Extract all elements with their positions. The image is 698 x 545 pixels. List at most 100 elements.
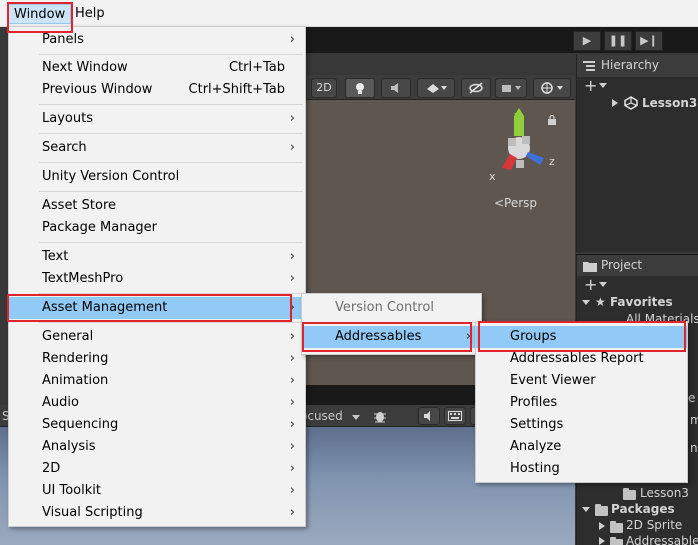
addressables-package-item[interactable]: Addressables (626, 534, 698, 545)
menu-item-addressables[interactable]: Addressables › (302, 326, 481, 348)
project-folder-icon (583, 262, 597, 272)
menu-window[interactable]: Window (8, 4, 72, 24)
menu-item-addressables-report[interactable]: Addressables Report (476, 348, 687, 370)
step-button[interactable]: ▶❙ (635, 31, 663, 51)
menu-separator (39, 104, 303, 105)
clipped-tree-text-n: n (690, 441, 698, 455)
2d-sprite-package-item[interactable]: 2D Sprite (626, 518, 682, 532)
expand-arrow-icon[interactable] (598, 536, 606, 545)
expand-arrow-icon[interactable] (598, 521, 606, 531)
hierarchy-scene-name[interactable]: Lesson3 (642, 96, 697, 110)
menu-item-panels[interactable]: Panels › (9, 29, 305, 51)
mute-audio-icon[interactable] (418, 407, 440, 425)
menu-separator (39, 162, 303, 163)
submenu-arrow-icon: › (289, 417, 295, 432)
clipped-tree-text-m: m (690, 413, 698, 427)
submenu-arrow-icon: › (289, 300, 295, 315)
favorites-label[interactable]: ★ Favorites (595, 295, 673, 309)
submenu-arrow-icon: › (289, 483, 295, 498)
packages-folder-icon (595, 504, 608, 516)
project-add-dropdown-icon[interactable] (598, 281, 608, 289)
menu-item-groups[interactable]: Groups (476, 326, 687, 348)
menu-separator (39, 54, 303, 55)
gizmos-dropdown-button[interactable] (533, 78, 571, 98)
menu-item-profiles[interactable]: Profiles (476, 392, 687, 414)
menu-bar: Window Help (0, 0, 698, 27)
menu-item-animation[interactable]: Animation › (9, 370, 305, 392)
play-button[interactable]: ▶ (573, 31, 601, 51)
gizmo-x-label: x (489, 170, 496, 183)
menu-item-textmeshpro[interactable]: TextMeshPro › (9, 268, 305, 290)
menu-item-visual-scripting[interactable]: Visual Scripting › (9, 502, 305, 524)
menu-item-package-manager[interactable]: Package Manager (9, 217, 305, 239)
mode-2d-button[interactable]: 2D (311, 78, 337, 98)
submenu-arrow-icon: › (289, 140, 295, 155)
folder-icon (623, 488, 636, 500)
packages-expand-arrow-icon[interactable] (581, 506, 591, 514)
gizmo-y-label: y (514, 109, 521, 122)
audio-toggle-icon[interactable] (381, 78, 411, 98)
menu-item-text[interactable]: Text › (9, 246, 305, 268)
menu-help[interactable]: Help (70, 4, 110, 24)
hidden-objects-toggle-icon[interactable] (461, 78, 491, 98)
hierarchy-add-button[interactable]: + (584, 76, 597, 95)
menu-separator (39, 293, 303, 294)
menu-item-unity-version-control[interactable]: Unity Version Control (9, 166, 305, 188)
favorites-expand-arrow-icon[interactable] (581, 299, 591, 307)
submenu-arrow-icon: › (289, 461, 295, 476)
menu-separator (39, 133, 303, 134)
folder-icon (610, 537, 623, 545)
submenu-arrow-icon: › (289, 271, 295, 286)
menu-item-event-viewer[interactable]: Event Viewer (476, 370, 687, 392)
pause-button[interactable]: ❚❚ (604, 31, 632, 51)
project-add-button[interactable]: + (584, 275, 597, 294)
effects-dropdown-button[interactable] (417, 78, 455, 98)
menu-item-audio[interactable]: Audio › (9, 392, 305, 414)
expand-arrow-icon[interactable] (611, 98, 619, 108)
lesson3-folder-item[interactable]: Lesson3 (640, 486, 689, 500)
menu-item-layouts[interactable]: Layouts › (9, 108, 305, 130)
hierarchy-tab[interactable]: Hierarchy (576, 55, 698, 77)
hierarchy-add-dropdown-icon[interactable] (598, 82, 608, 90)
submenu-arrow-icon: › (289, 439, 295, 454)
persp-label[interactable]: <Persp (494, 196, 537, 210)
submenu-arrow-icon: › (465, 329, 471, 344)
submenu-arrow-icon: › (289, 329, 295, 344)
project-tab[interactable]: Project (576, 254, 698, 276)
clipped-tree-text-e: e (688, 391, 696, 405)
menu-separator (39, 322, 303, 323)
submenu-arrow-icon: › (289, 32, 295, 47)
menu-item-previous-window[interactable]: Previous Window Ctrl+Shift+Tab (9, 79, 305, 101)
menu-separator (39, 242, 303, 243)
menu-item-2d[interactable]: 2D › (9, 458, 305, 480)
menu-item-asset-store[interactable]: Asset Store (9, 195, 305, 217)
submenu-arrow-icon: › (289, 505, 295, 520)
dropdown-arrow-icon[interactable] (350, 411, 362, 423)
menu-item-version-control: Version Control (335, 300, 434, 315)
window-menu: Panels › Next Window Ctrl+Tab Previous Win… (8, 26, 306, 527)
menu-item-ui-toolkit[interactable]: UI Toolkit › (9, 480, 305, 502)
submenu-arrow-icon: › (289, 111, 295, 126)
menu-item-search[interactable]: Search › (9, 137, 305, 159)
submenu-arrow-icon: › (289, 395, 295, 410)
menu-item-next-window[interactable]: Next Window Ctrl+Tab (9, 57, 305, 79)
packages-label[interactable]: Packages (611, 502, 675, 516)
stats-keyboard-icon[interactable] (444, 407, 466, 425)
menu-item-general[interactable]: General › (9, 326, 305, 348)
menu-item-analysis[interactable]: Analysis › (9, 436, 305, 458)
menu-item-analyze[interactable]: Analyze (476, 436, 687, 458)
play-focused-dropdown[interactable]: ocused (300, 409, 343, 423)
menu-item-sequencing[interactable]: Sequencing › (9, 414, 305, 436)
menu-item-rendering[interactable]: Rendering › (9, 348, 305, 370)
bug-icon[interactable] (372, 408, 388, 424)
menu-item-asset-management[interactable]: Asset Management › (9, 297, 305, 319)
addressables-submenu: Groups Addressables Report Event Viewer … (475, 321, 688, 483)
menu-item-settings[interactable]: Settings (476, 414, 687, 436)
menu-item-hosting[interactable]: Hosting (476, 458, 687, 480)
project-tab-label: Project (601, 258, 643, 272)
menu-separator (305, 322, 478, 323)
lighting-toggle-button[interactable] (345, 78, 375, 98)
lock-icon[interactable] (547, 115, 557, 125)
camera-settings-dropdown[interactable] (495, 78, 527, 98)
folder-icon (610, 521, 623, 533)
